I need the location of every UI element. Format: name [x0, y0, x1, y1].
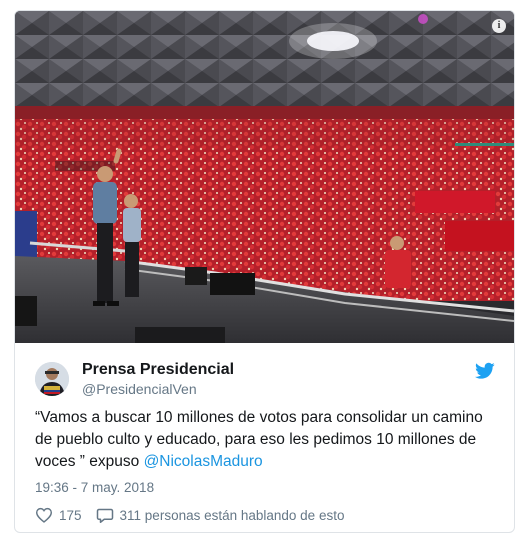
info-icon[interactable]: i	[492, 19, 506, 33]
tweet-timestamp[interactable]: 19:36 - 7 may. 2018	[35, 480, 154, 495]
user-handle[interactable]: @PresidencialVen	[82, 380, 234, 398]
tweet-actions: 175 311 personas están hablando de esto	[35, 506, 358, 524]
tweet-card[interactable]: i Prensa Presidencial @PresidencialVen “…	[14, 10, 515, 533]
replies-text: 311 personas están hablando de esto	[119, 507, 345, 523]
avatar-image	[35, 362, 69, 396]
author-names: Prensa Presidencial @PresidencialVen	[82, 360, 234, 398]
tweet-photo[interactable]: i	[15, 11, 514, 343]
like-count: 175	[59, 507, 82, 523]
arena-rally-image	[15, 11, 514, 343]
avatar[interactable]	[35, 362, 69, 396]
twitter-bird-icon[interactable]	[475, 362, 495, 380]
reply-button[interactable]: 311 personas están hablando de esto	[96, 507, 345, 524]
reply-bubble-icon	[96, 508, 113, 523]
display-name[interactable]: Prensa Presidencial	[82, 360, 234, 380]
tweet-text: “Vamos a buscar 10 millones de votos par…	[35, 407, 497, 473]
heart-icon	[35, 507, 53, 523]
tweet-header: Prensa Presidencial @PresidencialVen	[35, 360, 495, 400]
like-button[interactable]: 175	[35, 507, 82, 523]
mention-link[interactable]: @NicolasMaduro	[144, 453, 263, 470]
